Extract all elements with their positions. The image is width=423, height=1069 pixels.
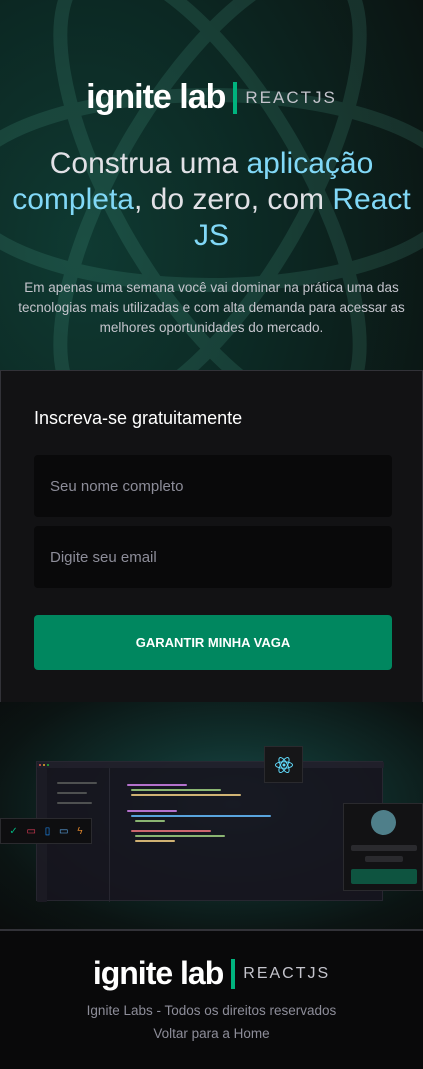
logo-divider — [233, 81, 238, 114]
logo-tag: REACTJS — [245, 87, 337, 107]
page-title: Construa uma aplicação completa, do zero… — [12, 147, 411, 252]
header-logo: ignite lab REACTJS — [0, 78, 423, 117]
lightning-icon: ϟ — [77, 825, 83, 837]
submit-button[interactable]: GARANTIR MINHA VAGA — [34, 615, 392, 670]
logo-tag: REACTJS — [243, 964, 331, 982]
logo-divider — [231, 958, 236, 989]
profile-card-preview — [343, 803, 423, 891]
form-title: Inscreva-se gratuitamente — [34, 408, 243, 428]
video-icon: ▭ — [26, 825, 36, 837]
hero-section: ignite lab REACTJS Construa uma aplicaçã… — [0, 0, 423, 702]
logo-brand: ignite lab — [86, 78, 226, 116]
signup-form: Inscreva-se gratuitamente GARANTIR MINHA… — [0, 370, 423, 702]
app-mockup-image: ✓ ▭ ▯ ▭ ϟ — [0, 702, 423, 930]
mobile-icon: ▯ — [44, 825, 51, 837]
email-input[interactable] — [34, 526, 392, 588]
home-link[interactable]: Voltar para a Home — [0, 1026, 423, 1041]
logo-brand: ignite lab — [92, 955, 224, 991]
hero-description: Em apenas uma semana você vai dominar na… — [18, 280, 405, 335]
footer-logo: ignite lab REACTJS — [0, 955, 423, 992]
footer: ignite lab REACTJS Ignite Labs - Todos o… — [0, 929, 423, 1069]
copyright-text: Ignite Labs - Todos os direitos reservad… — [86, 1003, 337, 1018]
name-input[interactable] — [34, 455, 392, 517]
check-circle-icon: ✓ — [9, 825, 18, 837]
react-atom-icon — [264, 746, 303, 783]
monitor-icon: ▭ — [59, 825, 69, 837]
toolbar-preview: ✓ ▭ ▯ ▭ ϟ — [0, 818, 92, 844]
